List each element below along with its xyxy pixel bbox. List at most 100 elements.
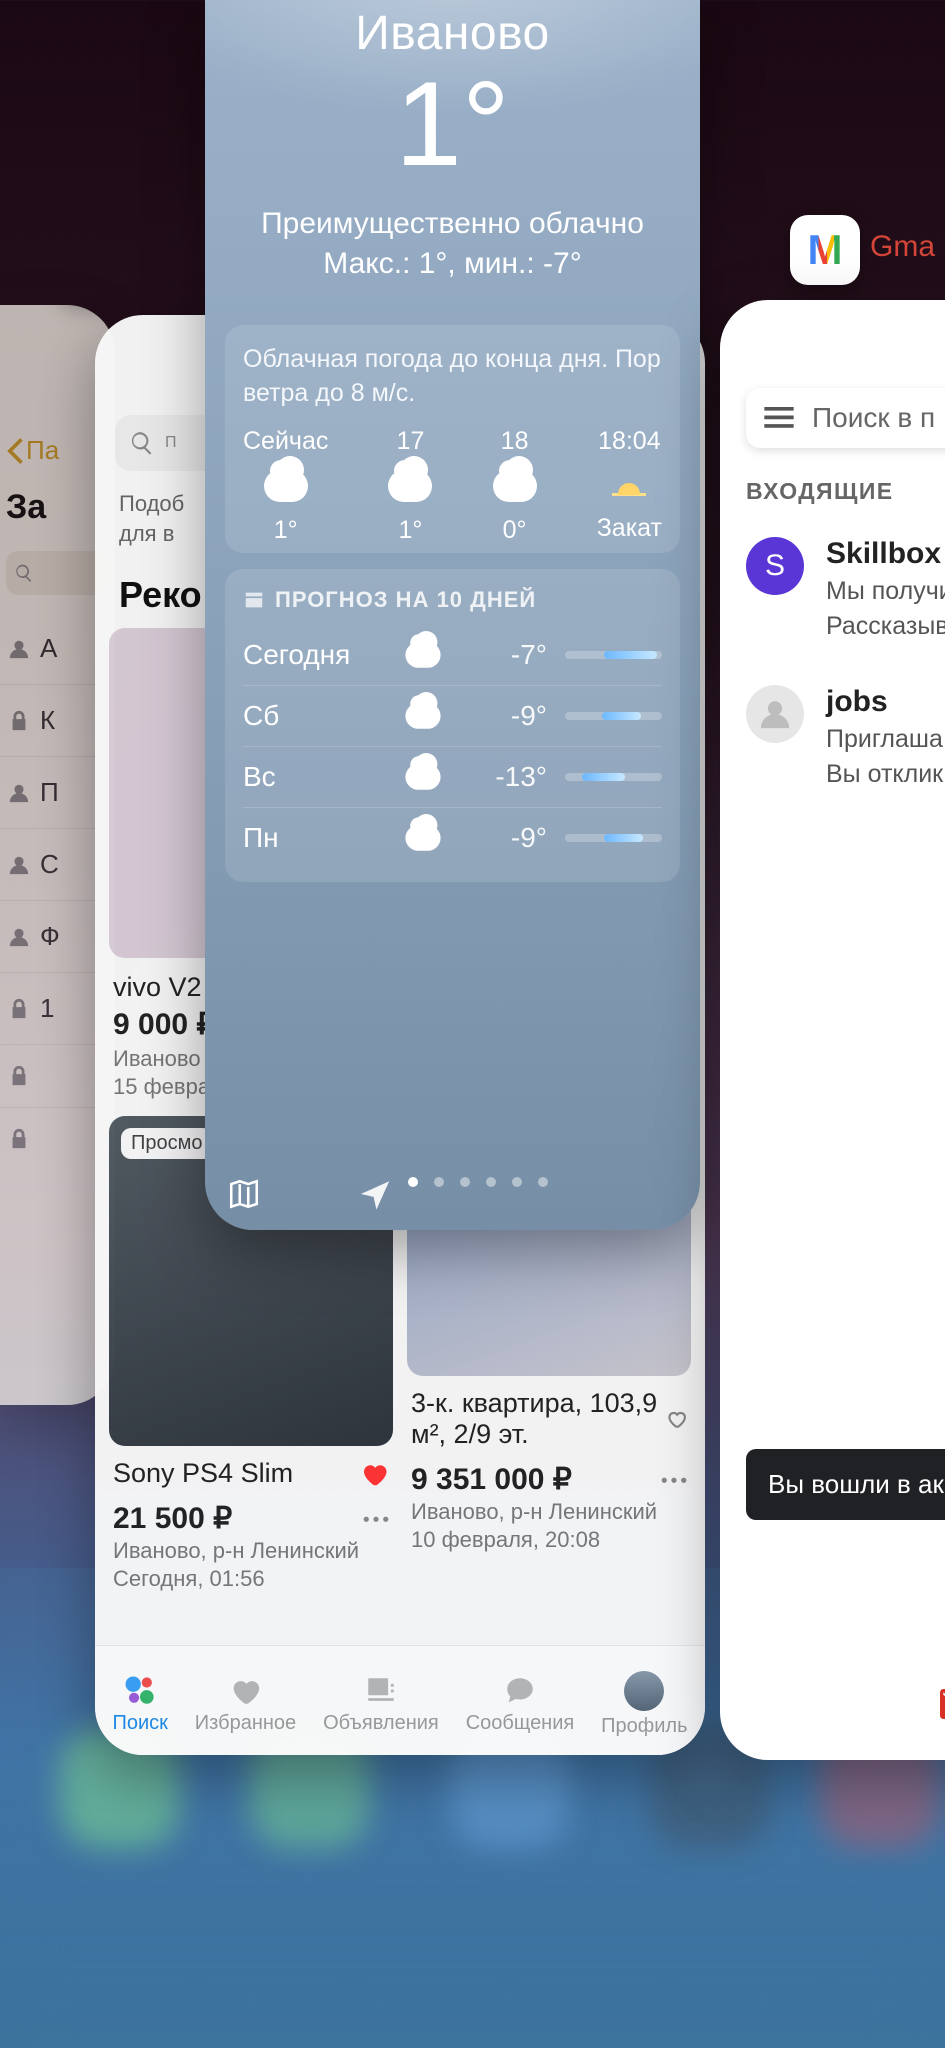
mail-sender: jobs xyxy=(826,685,943,719)
gmail-app-icon[interactable]: M xyxy=(790,215,860,285)
gmail-app-card[interactable]: Поиск в п ВХОДЯЩИЕ SSkillboxМы получиРас… xyxy=(720,300,945,1760)
signin-toast: Вы вошли в акка xyxy=(746,1449,945,1520)
temp-bar xyxy=(565,773,662,781)
tab-ads[interactable]: Объявления xyxy=(323,1674,439,1735)
weather-footer xyxy=(205,1174,700,1214)
notes-row-label: К xyxy=(40,705,55,736)
hamburger-icon[interactable] xyxy=(764,407,794,429)
page-indicator[interactable] xyxy=(358,1177,548,1211)
tab-profile[interactable]: Профиль xyxy=(601,1671,687,1738)
ten-day-panel: ПРОГНОЗ НА 10 ДНЕЙ Сегодня -7° Сб-9° Вс -13°… xyxy=(225,569,680,882)
listing-title: Sony PS4 Slim xyxy=(113,1458,293,1489)
temp-bar xyxy=(565,834,662,842)
person-icon xyxy=(8,638,30,660)
hour-value: 0° xyxy=(503,516,527,545)
listing-meta: Иваново, р-н Ленинский xyxy=(411,1499,687,1525)
lock-icon xyxy=(8,998,30,1020)
hourly-column: 18 0° xyxy=(493,427,537,545)
ten-day-title: ПРОГНОЗ НА 10 ДНЕЙ xyxy=(243,587,662,613)
temp-bar xyxy=(565,712,662,720)
listing-meta: 10 февраля, 20:08 xyxy=(411,1527,687,1553)
day-label: Пн xyxy=(243,822,383,854)
listing-price: 21 500 ₽ xyxy=(113,1501,232,1536)
notes-row-label: 1 xyxy=(40,993,54,1024)
cloud-icon xyxy=(405,703,440,729)
low-temp: -13° xyxy=(463,761,547,793)
gmail-m-icon: M xyxy=(808,226,843,274)
search-icon xyxy=(129,430,155,456)
tab-favorites[interactable]: Избранное xyxy=(195,1674,296,1735)
person-icon xyxy=(8,854,30,876)
notes-row-label: Ф xyxy=(40,921,60,952)
low-temp: -7° xyxy=(463,639,547,671)
search-tab-icon xyxy=(121,1674,159,1708)
hour-value: 1° xyxy=(274,516,298,545)
cloud-icon xyxy=(493,470,537,502)
person-icon xyxy=(8,782,30,804)
favorite-icon[interactable] xyxy=(359,1459,389,1489)
mail-icon xyxy=(940,1688,945,1720)
search-icon xyxy=(14,563,34,583)
listing-title: 3-к. квартира, 103,9 м², 2/9 эт. xyxy=(411,1388,666,1450)
search-placeholder: Поиск в п xyxy=(812,402,935,434)
mail-row[interactable]: jobsПриглашаВы отклик xyxy=(720,671,945,819)
sunset-icon xyxy=(608,470,650,500)
notes-row-label: С xyxy=(40,849,59,880)
notes-row-label: П xyxy=(40,777,59,808)
gmail-bottom-tab[interactable] xyxy=(720,1688,945,1720)
cloud-icon xyxy=(405,825,440,851)
chat-icon xyxy=(501,1674,539,1708)
listing-meta: Иваново, р-н Ленинский xyxy=(113,1538,389,1564)
heart-icon xyxy=(226,1674,264,1708)
more-icon[interactable] xyxy=(363,1516,389,1523)
avito-tabbar: Поиск Избранное Объявления Сообщения Про… xyxy=(95,1645,705,1755)
sender-avatar xyxy=(746,685,804,743)
lock-icon xyxy=(8,710,30,732)
forecast-row[interactable]: Вс -13° xyxy=(243,746,662,807)
sender-avatar: S xyxy=(746,537,804,595)
notes-search-input[interactable] xyxy=(6,551,109,595)
hour-label: Сейчас xyxy=(243,427,328,456)
low-temp: -9° xyxy=(463,822,547,854)
hour-value: Закат xyxy=(597,514,662,543)
hourly-column: 18:04 Закат xyxy=(597,427,662,545)
cloud-icon xyxy=(388,470,432,502)
gmail-app-label: Gma xyxy=(870,230,935,264)
weather-app-card[interactable]: Иваново 1° Преимущественно облачно Макс.… xyxy=(205,0,700,1230)
gmail-search-bar[interactable]: Поиск в п xyxy=(746,388,945,448)
chevron-left-icon xyxy=(6,438,24,464)
forecast-row[interactable]: Сб-9° xyxy=(243,685,662,746)
hour-label: 18:04 xyxy=(598,427,661,456)
notes-row-label: А xyxy=(40,633,57,664)
tab-messages[interactable]: Сообщения xyxy=(466,1674,575,1735)
forecast-row[interactable]: Пн -9° xyxy=(243,807,662,868)
hour-label: 17 xyxy=(397,427,425,456)
mail-row[interactable]: SSkillboxМы получиРассказыв xyxy=(720,523,945,671)
mail-preview: Вы отклик xyxy=(826,760,943,789)
mail-sender: Skillbox xyxy=(826,537,945,571)
day-label: Сегодня xyxy=(243,639,383,671)
location-dot-icon xyxy=(358,1177,392,1211)
search-placeholder: П xyxy=(165,434,177,452)
back-label: Па xyxy=(26,435,59,466)
cloud-icon xyxy=(264,470,308,502)
day-label: Вс xyxy=(243,761,383,793)
lock-icon xyxy=(8,1065,30,1087)
temp-bar xyxy=(565,651,662,659)
mail-preview: Рассказыв xyxy=(826,612,945,641)
hourly-column: 17 1° xyxy=(388,427,432,545)
tab-search[interactable]: Поиск xyxy=(112,1674,167,1735)
cloud-icon xyxy=(405,764,440,790)
ads-icon xyxy=(362,1674,400,1708)
listing-meta: Сегодня, 01:56 xyxy=(113,1566,389,1592)
calendar-icon xyxy=(243,589,265,611)
map-icon[interactable] xyxy=(227,1177,261,1211)
more-icon[interactable] xyxy=(661,1477,687,1484)
hourly-column: Сейчас 1° xyxy=(243,427,328,545)
favorite-icon[interactable] xyxy=(666,1404,687,1434)
person-icon xyxy=(8,926,30,948)
forecast-row[interactable]: Сегодня -7° xyxy=(243,625,662,685)
hour-label: 18 xyxy=(501,427,529,456)
hour-value: 1° xyxy=(399,516,423,545)
avatar xyxy=(624,1671,664,1711)
